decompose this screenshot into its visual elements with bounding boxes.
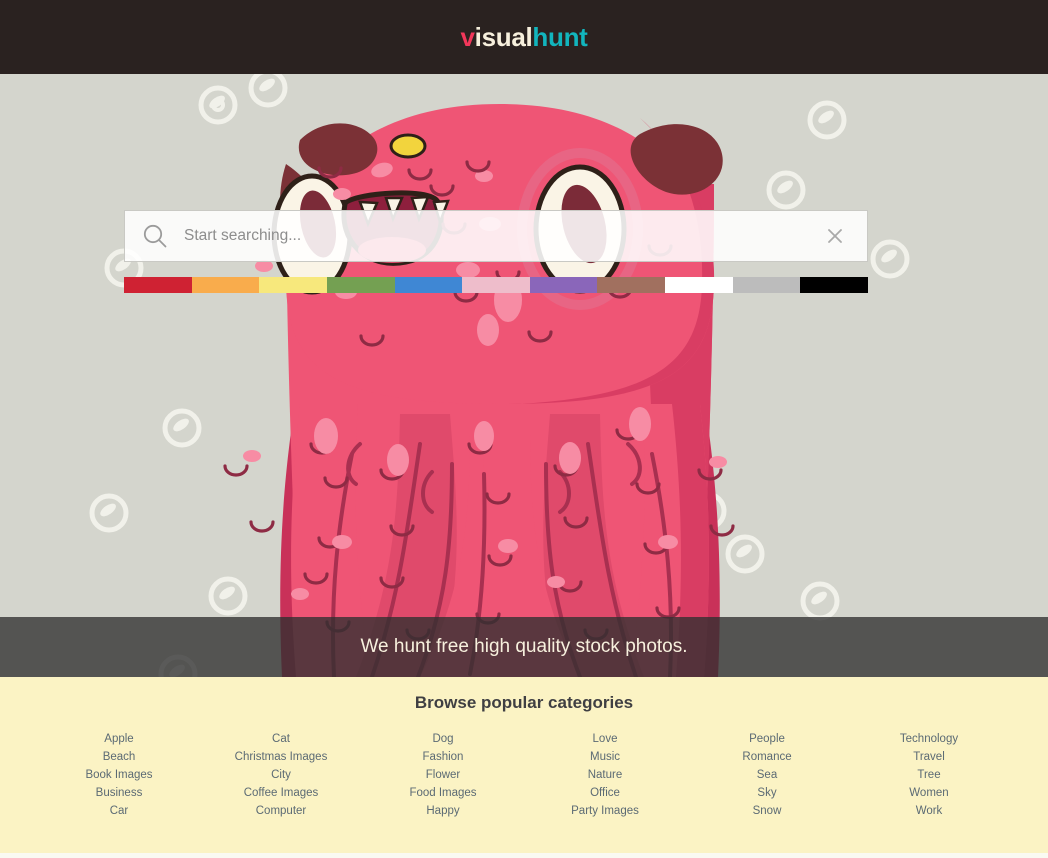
category-link[interactable]: Travel: [848, 748, 1010, 766]
category-column: Technology Travel Tree Women Work: [848, 730, 1010, 820]
categories-columns: Apple Beach Book Images Business Car Cat…: [0, 730, 1048, 820]
category-link[interactable]: Women: [848, 784, 1010, 802]
color-swatch-red[interactable]: [124, 277, 192, 293]
category-link[interactable]: Coffee Images: [200, 784, 362, 802]
search-input[interactable]: [184, 211, 820, 261]
tagline-text: We hunt free high quality stock photos.: [360, 636, 688, 657]
site-logo[interactable]: visualhunt: [460, 24, 587, 50]
category-link[interactable]: Work: [848, 802, 1010, 820]
category-link[interactable]: Dog: [362, 730, 524, 748]
category-link[interactable]: Business: [38, 784, 200, 802]
category-link[interactable]: Nature: [524, 766, 686, 784]
search-area: [124, 210, 869, 293]
category-link[interactable]: Apple: [38, 730, 200, 748]
category-link[interactable]: Music: [524, 748, 686, 766]
categories-title: Browse popular categories: [414, 693, 634, 712]
category-column: People Romance Sea Sky Snow: [686, 730, 848, 820]
search-icon: [142, 223, 168, 249]
site-header: visualhunt: [0, 0, 1048, 74]
color-swatch-black[interactable]: [800, 277, 869, 293]
category-link[interactable]: Christmas Images: [200, 748, 362, 766]
category-link[interactable]: People: [686, 730, 848, 748]
categories-section: Browse popular categories Apple Beach Bo…: [0, 677, 1048, 853]
category-link[interactable]: Snow: [686, 802, 848, 820]
category-link[interactable]: Food Images: [362, 784, 524, 802]
color-swatch-orange[interactable]: [191, 277, 260, 293]
category-link[interactable]: Book Images: [38, 766, 200, 784]
color-swatch-gray[interactable]: [732, 277, 801, 293]
category-link[interactable]: Romance: [686, 748, 848, 766]
category-column: Apple Beach Book Images Business Car: [38, 730, 200, 820]
color-swatch-purple[interactable]: [529, 277, 598, 293]
category-link[interactable]: Tree: [848, 766, 1010, 784]
color-swatch-white[interactable]: [665, 277, 733, 293]
category-column: Dog Fashion Flower Food Images Happy: [362, 730, 524, 820]
hero-section: We hunt free high quality stock photos.: [0, 74, 1048, 677]
category-link[interactable]: Party Images: [524, 802, 686, 820]
color-swatch-green[interactable]: [326, 277, 395, 293]
category-link[interactable]: Office: [524, 784, 686, 802]
color-swatch-blue[interactable]: [394, 277, 463, 293]
monster-illustration: [0, 74, 1048, 677]
category-link[interactable]: Love: [524, 730, 686, 748]
page-footer-strip: [0, 853, 1048, 858]
logo-part-isual: isual: [474, 22, 533, 52]
category-link[interactable]: Beach: [38, 748, 200, 766]
category-link[interactable]: Happy: [362, 802, 524, 820]
tagline-bar: We hunt free high quality stock photos.: [0, 617, 1048, 677]
logo-part-v: v: [460, 22, 475, 52]
category-link[interactable]: Car: [38, 802, 200, 820]
category-link[interactable]: Computer: [200, 802, 362, 820]
color-filter-strip: [124, 277, 869, 293]
category-column: Cat Christmas Images City Coffee Images …: [200, 730, 362, 820]
category-link[interactable]: Cat: [200, 730, 362, 748]
category-link[interactable]: Sky: [686, 784, 848, 802]
category-link[interactable]: Sea: [686, 766, 848, 784]
color-swatch-yellow[interactable]: [259, 277, 327, 293]
search-box[interactable]: [124, 210, 868, 262]
category-link[interactable]: Fashion: [362, 748, 524, 766]
color-swatch-brown[interactable]: [597, 277, 666, 293]
category-link[interactable]: City: [200, 766, 362, 784]
category-column: Love Music Nature Office Party Images: [524, 730, 686, 820]
category-link[interactable]: Flower: [362, 766, 524, 784]
close-icon[interactable]: [820, 221, 850, 251]
category-link[interactable]: Technology: [848, 730, 1010, 748]
color-swatch-pink[interactable]: [462, 277, 530, 293]
logo-part-hunt: hunt: [532, 22, 588, 52]
